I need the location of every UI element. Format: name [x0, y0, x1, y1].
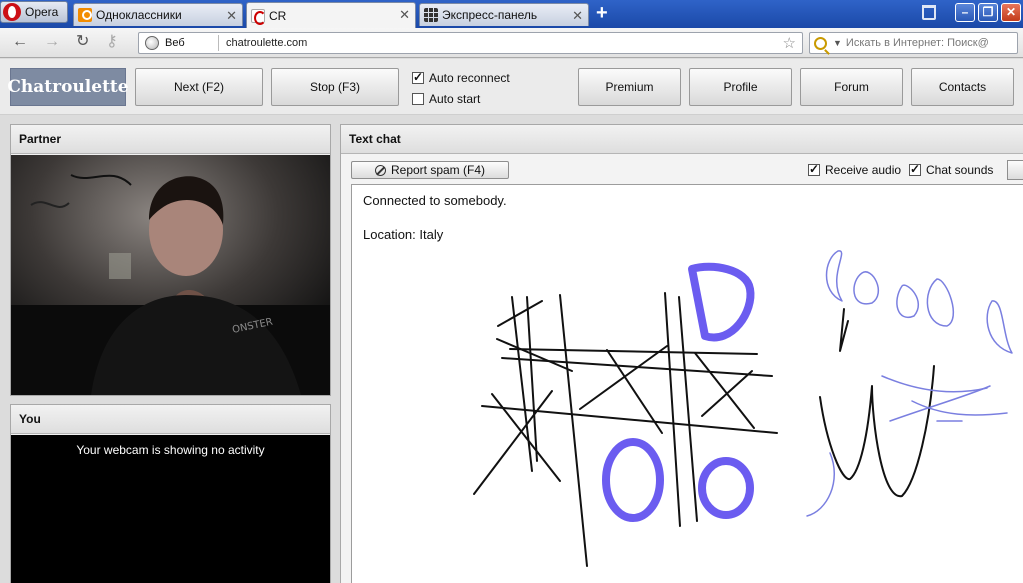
back-arrow-icon[interactable]: ←	[12, 34, 28, 50]
search-field[interactable]: ▼ Искать в Интернет: Поиск@	[809, 32, 1018, 54]
key-icon[interactable]: ⚷	[106, 34, 118, 50]
tab-odnoklassniki[interactable]: Одноклассники ✕	[73, 3, 243, 26]
chat-sounds-toggle[interactable]: Chat sounds	[909, 162, 994, 177]
address-bar[interactable]: Веб chatroulette.com ☆	[138, 32, 803, 54]
receive-audio-label: Receive audio	[825, 163, 902, 177]
forum-button[interactable]: Forum	[800, 68, 903, 106]
chat-options-button[interactable]	[1007, 160, 1023, 180]
partner-title: Partner	[11, 125, 330, 154]
auto-reconnect-checkbox[interactable]	[412, 70, 424, 84]
report-spam-button[interactable]: Report spam (F4)	[351, 161, 509, 179]
stop-button[interactable]: Stop (F3)	[271, 68, 399, 106]
new-tab-icon[interactable]: +	[596, 3, 608, 23]
receive-audio-checkbox[interactable]	[808, 162, 820, 176]
chat-toolbar: Report spam (F4) Receive audio Chat soun…	[341, 155, 1023, 183]
block-icon	[374, 164, 386, 176]
address-scope-label: Веб	[165, 35, 219, 51]
chat-log[interactable]: Connected to somebody. Location: Italy	[351, 184, 1023, 583]
reload-icon[interactable]: ↻	[76, 34, 89, 50]
address-url[interactable]: chatroulette.com	[226, 37, 307, 49]
odnoklassniki-favicon-icon	[78, 8, 92, 22]
bookmark-star-icon[interactable]: ☆	[783, 34, 796, 52]
search-placeholder: Искать в Интернет: Поиск@	[845, 37, 989, 49]
webcam-status-text: Your webcam is showing no activity	[76, 443, 265, 457]
text-chat-panel: Text chat Report spam (F4) Receive audio…	[340, 124, 1023, 583]
chat-drawing-canvas	[473, 250, 1013, 567]
chevron-down-icon[interactable]: ▼	[833, 38, 842, 48]
minimize-window-icon[interactable]: –	[955, 3, 975, 22]
partner-video: ONSTER	[11, 155, 330, 395]
receive-audio-toggle[interactable]: Receive audio	[808, 162, 902, 177]
auto-start-label: Auto start	[429, 92, 481, 106]
auto-reconnect-toggle[interactable]: Auto reconnect	[412, 70, 510, 85]
browser-tab-bar: Opera Одноклассники ✕ CR ✕ Экспресс-пане…	[0, 0, 1023, 28]
self-video: Your webcam is showing no activity	[11, 435, 330, 583]
tab-speed-dial[interactable]: Экспресс-панель ✕	[419, 3, 589, 26]
forward-arrow-icon[interactable]: →	[44, 34, 60, 50]
auto-reconnect-label: Auto reconnect	[429, 71, 510, 85]
auto-start-checkbox[interactable]	[412, 93, 424, 105]
opera-logo-icon	[3, 3, 21, 21]
close-tab-icon[interactable]: ✕	[399, 7, 410, 23]
chatroulette-favicon-icon	[251, 8, 266, 25]
search-engine-icon[interactable]	[814, 36, 827, 50]
text-chat-title: Text chat	[341, 125, 1023, 154]
auto-start-toggle[interactable]: Auto start	[412, 92, 480, 106]
restore-window-icon[interactable]: ❐	[978, 3, 998, 22]
tab-label: Одноклассники	[96, 8, 182, 22]
next-button[interactable]: Next (F2)	[135, 68, 263, 106]
opera-menu-button[interactable]: Opera	[0, 1, 68, 23]
tab-label: CR	[269, 8, 287, 23]
close-tab-icon[interactable]: ✕	[572, 8, 583, 24]
report-spam-label: Report spam (F4)	[390, 163, 486, 177]
close-window-icon[interactable]: ✕	[1001, 3, 1021, 22]
tab-cr[interactable]: CR ✕	[246, 2, 416, 28]
you-panel: You Your webcam is showing no activity	[10, 404, 331, 583]
you-title: You	[11, 405, 330, 434]
speed-dial-icon	[424, 8, 438, 22]
close-tab-icon[interactable]: ✕	[226, 8, 237, 24]
site-logo[interactable]: Chatroulette	[7, 68, 129, 106]
premium-button[interactable]: Premium	[578, 68, 681, 106]
chat-sounds-checkbox[interactable]	[909, 162, 921, 176]
browser-toolbar: ← → ↻ ⚷ Веб chatroulette.com ☆ ▼ Искать …	[0, 28, 1023, 58]
thin-blue-scribbles	[806, 250, 1013, 517]
site-header: Chatroulette Next (F2) Stop (F3) Auto re…	[0, 59, 1023, 115]
trash-icon[interactable]	[922, 5, 936, 20]
contacts-button[interactable]: Contacts	[911, 68, 1014, 106]
chat-sounds-label: Chat sounds	[926, 163, 994, 177]
profile-button[interactable]: Profile	[689, 68, 792, 106]
partner-video-frame: ONSTER	[11, 155, 330, 395]
tab-label: Экспресс-панель	[442, 8, 538, 22]
globe-icon	[145, 36, 159, 50]
opera-menu-label: Opera	[25, 5, 59, 19]
partner-panel: Partner ONSTER	[10, 124, 331, 396]
